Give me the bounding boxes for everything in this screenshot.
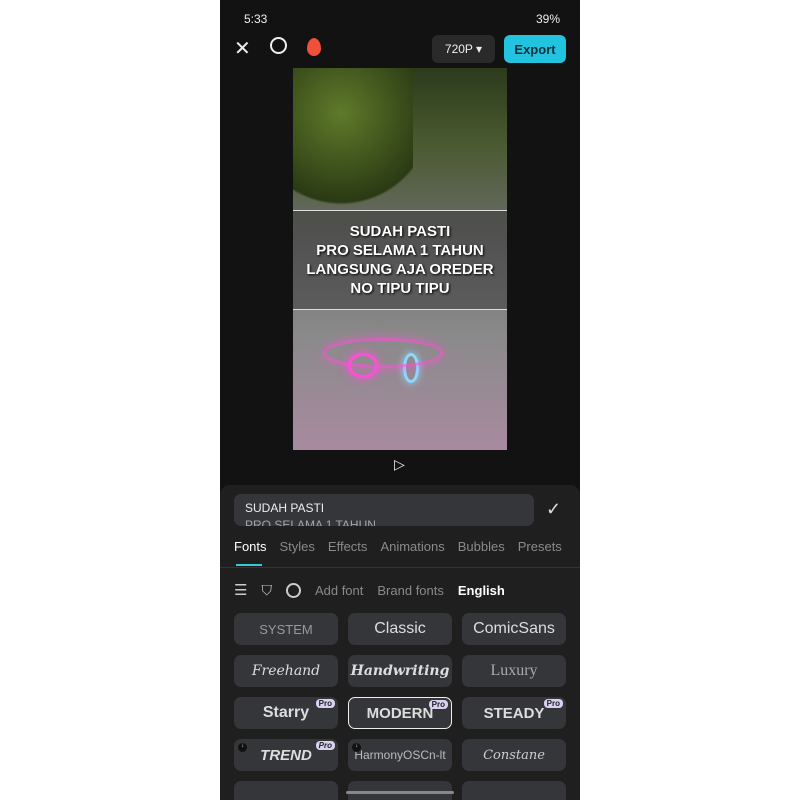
resolution-dropdown[interactable]: 720P ▾ (432, 35, 495, 63)
caption-overlay[interactable]: SUDAH PASTI PRO SELAMA 1 TAHUN LANGSUNG … (293, 210, 507, 310)
font-label: Handwriting (350, 663, 450, 679)
divider (220, 567, 580, 568)
font-label: MODERN (366, 704, 434, 722)
text-edit-panel: SUDAH PASTI PRO SELAMA 1 TAHUN ✓ Fonts S… (220, 485, 580, 800)
text-input-line: SUDAH PASTI (245, 501, 325, 515)
pro-badge: Pro (543, 699, 563, 708)
font-item-partial[interactable] (234, 781, 338, 800)
font-label: Constane (483, 747, 545, 763)
font-label: Classic (374, 620, 426, 637)
tab-presets[interactable]: Presets (518, 539, 562, 554)
caption-line: PRO SELAMA 1 TAHUN (316, 242, 484, 259)
neon-glow (323, 338, 443, 368)
text-input-line: PRO SELAMA 1 TAHUN (245, 518, 376, 526)
caption-line: SUDAH PASTI (349, 223, 451, 240)
play-icon[interactable]: ▷ (394, 456, 405, 473)
font-label: HarmonyOSCn-lt (354, 748, 446, 762)
flame-icon[interactable] (307, 38, 321, 56)
text-input[interactable]: SUDAH PASTI PRO SELAMA 1 TAHUN (234, 494, 534, 526)
tab-animations[interactable]: Animations (380, 539, 444, 554)
font-label: ComicSans (473, 620, 555, 637)
add-font-button[interactable]: Add font (315, 583, 363, 598)
search-icon[interactable] (270, 37, 287, 54)
font-item-starry[interactable]: Starry Pro (234, 697, 338, 729)
font-item-trend[interactable]: ↓ TREND Pro (234, 739, 338, 771)
font-label: Freehand (251, 663, 321, 679)
pro-badge: Pro (315, 741, 335, 750)
font-item-modern[interactable]: MODERN Pro (348, 697, 452, 729)
font-item-handwriting[interactable]: Handwriting (348, 655, 452, 687)
tab-fonts[interactable]: Fonts (234, 539, 267, 566)
pro-badge: Pro (428, 700, 448, 709)
font-item-partial[interactable] (462, 781, 566, 800)
download-icon: ↓ (238, 743, 247, 752)
download-icon: ↓ (352, 743, 361, 752)
export-button[interactable]: Export (504, 35, 566, 63)
status-bar: 5:33 39% (244, 12, 560, 28)
phone-screen: 5:33 39% ✕ 720P ▾ Export SUDAH PASTI PRO… (220, 0, 580, 800)
tab-bubbles[interactable]: Bubbles (458, 539, 505, 554)
home-indicator[interactable] (346, 791, 454, 794)
filter-list-icon[interactable]: ☰ (234, 581, 247, 599)
caption-line: LANGSUNG AJA OREDER (306, 261, 494, 278)
font-item-constane[interactable]: Constane (462, 739, 566, 771)
font-grid: SYSTEM Classic ComicSans Freehand Handwr… (234, 613, 566, 800)
font-label: STEADY (483, 704, 545, 722)
font-item-steady[interactable]: STEADY Pro (462, 697, 566, 729)
top-bar: ✕ 720P ▾ Export (220, 34, 580, 64)
font-item-harmonyos[interactable]: ↓ HarmonyOSCn-lt (348, 739, 452, 771)
english-fonts-button[interactable]: English (458, 583, 505, 598)
font-label: TREND (260, 746, 312, 764)
search-icon[interactable] (285, 582, 301, 598)
font-toolbar: ☰ ⛉ Add font Brand fonts English (234, 581, 580, 600)
video-tree (293, 68, 413, 218)
battery-level: 39% (535, 12, 560, 26)
close-icon[interactable]: ✕ (234, 36, 251, 61)
tab-bar: Fonts Styles Effects Animations Bubbles … (234, 539, 580, 566)
brand-fonts-button[interactable]: Brand fonts (377, 583, 444, 598)
font-item-freehand[interactable]: Freehand (234, 655, 338, 687)
pro-badge: Pro (315, 699, 335, 708)
checkmark-icon[interactable]: ✓ (546, 499, 561, 520)
font-label: SYSTEM (259, 621, 313, 637)
font-item-luxury[interactable]: Luxury (462, 655, 566, 687)
video-preview[interactable]: SUDAH PASTI PRO SELAMA 1 TAHUN LANGSUNG … (293, 68, 507, 450)
font-label: Starry (262, 704, 310, 721)
font-item-system[interactable]: SYSTEM (234, 613, 338, 645)
font-item-comicsans[interactable]: ComicSans (462, 613, 566, 645)
status-time: 5:33 (244, 12, 268, 26)
shield-check-icon[interactable]: ⛉ (261, 582, 272, 599)
caption-line: NO TIPU TIPU (350, 280, 450, 297)
tab-styles[interactable]: Styles (280, 539, 315, 554)
font-item-classic[interactable]: Classic (348, 613, 452, 645)
font-label: Luxury (490, 662, 538, 679)
tab-effects[interactable]: Effects (328, 539, 368, 554)
